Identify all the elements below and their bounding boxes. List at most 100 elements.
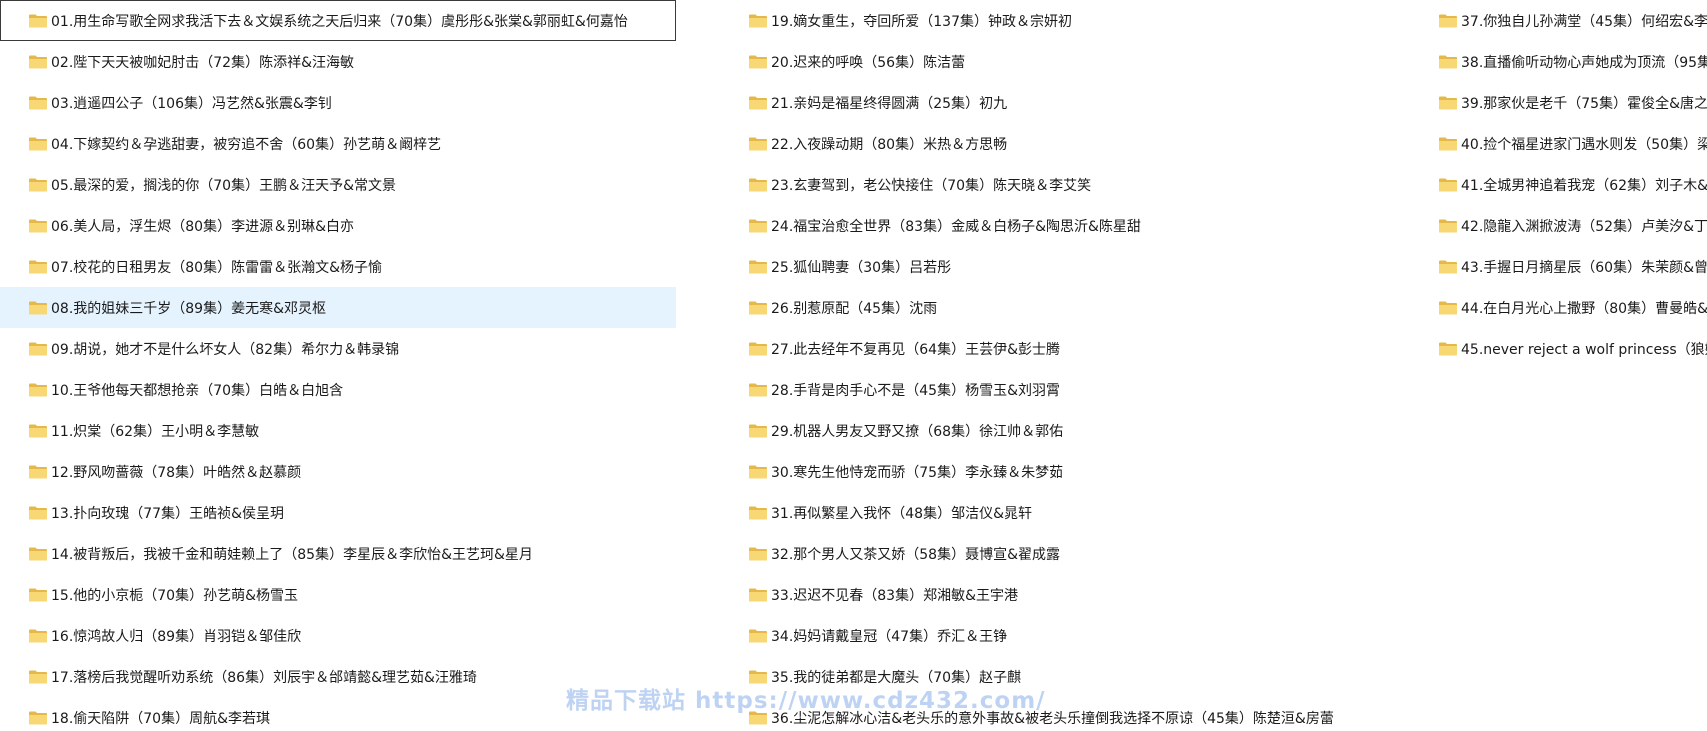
folder-item[interactable]: 22.入夜躁动期（80集）米热＆方思畅 [720,123,1410,164]
folder-icon [1438,218,1458,233]
folder-item[interactable]: 21.亲妈是福星终得圆满（25集）初九 [720,82,1410,123]
folder-item[interactable]: 09.胡说，她才不是什么坏女人（82集）希尔力＆韩录锦 [0,328,676,369]
folder-item[interactable]: 11.炽棠（62集）王小明＆李慧敏 [0,410,676,451]
folder-item[interactable]: 19.嫡女重生，夺回所爱（137集）钟政＆宗妍初 [720,0,1410,41]
folder-item[interactable]: 14.被背叛后，我被千金和萌娃赖上了（85集）李星辰＆李欣怡&王艺珂&星月 [0,533,676,574]
folder-name: 32.那个男人又茶又娇（58集）聂博宣&翟成露 [771,546,1060,563]
folder-name: 25.狐仙聘妻（30集）吕若彤 [771,259,952,276]
folder-name: 35.我的徒弟都是大魔头（70集）赵子麒 [771,669,1022,686]
folder-item[interactable]: 38.直播偷听动物心声她成为顶流（95集 [1410,41,1707,82]
folder-item[interactable]: 16.惊鸿故人归（89集）肖羽铠＆邹佳欣 [0,615,676,656]
folder-item[interactable]: 28.手背是肉手心不是（45集）杨雪玉&刘羽霄 [720,369,1410,410]
folder-icon [28,136,48,151]
folder-name: 23.玄妻驾到，老公快接住（70集）陈天晓＆李艾笑 [771,177,1092,194]
folder-icon [748,177,768,192]
folder-name: 09.胡说，她才不是什么坏女人（82集）希尔力＆韩录锦 [51,341,400,358]
folder-icon [28,710,48,725]
folder-name: 33.迟迟不见春（83集）郑湘敏&王宇港 [771,587,1018,604]
folder-icon [748,300,768,315]
folder-item[interactable]: 39.那家伙是老千（75集）霍俊全&唐之 [1410,82,1707,123]
folder-name: 24.福宝治愈全世界（83集）金威＆白杨子&陶思沂&陈星甜 [771,218,1141,235]
folder-item[interactable]: 06.美人局，浮生烬（80集）李进源＆别琳&白亦 [0,205,676,246]
folder-item[interactable]: 13.扑向玫瑰（77集）王皓祯&侯呈玥 [0,492,676,533]
folder-name: 08.我的姐妹三千岁（89集）姜无寒&邓灵枢 [51,300,326,317]
file-list-view: 01.用生命写歌全网求我活下去＆文娱系统之天后归来（70集）虞彤彤&张棠&郭丽虹… [0,0,1707,731]
folder-name: 44.在白月光心上撒野（80集）曹曼皓& [1461,300,1707,317]
folder-icon [748,546,768,561]
folder-item[interactable]: 12.野风吻蔷薇（78集）叶皓然＆赵慕颜 [0,451,676,492]
folder-name: 31.再似繁星入我怀（48集）邹洁仪&晁轩 [771,505,1032,522]
folder-item[interactable]: 37.你独自儿孙满堂（45集）何绍宏&李 [1410,0,1707,41]
folder-item[interactable]: 34.妈妈请戴皇冠（47集）乔汇＆王铮 [720,615,1410,656]
folder-name: 05.最深的爱，搁浅的你（70集）王鹏＆汪天予&常文景 [51,177,396,194]
folder-item[interactable]: 45.never reject a wolf princess（狼姬 [1410,328,1707,369]
folder-name: 40.捡个福星进家门遇水则发（50集）梁 [1461,136,1707,153]
folder-item[interactable]: 17.落榜后我觉醒听劝系统（86集）刘辰宇＆邰靖懿&理艺茹&汪雅琦 [0,656,676,697]
folder-icon [748,259,768,274]
folder-name: 11.炽棠（62集）王小明＆李慧敏 [51,423,260,440]
folder-icon [28,546,48,561]
folder-name: 14.被背叛后，我被千金和萌娃赖上了（85集）李星辰＆李欣怡&王艺珂&星月 [51,546,533,563]
folder-name: 29.机器人男友又野又撩（68集）徐江帅＆郭佑 [771,423,1064,440]
folder-item[interactable]: 44.在白月光心上撒野（80集）曹曼皓& [1410,287,1707,328]
folder-icon [28,423,48,438]
folder-item[interactable]: 03.逍遥四公子（106集）冯艺然&张震&李钊 [0,82,676,123]
folder-icon [748,669,768,684]
folder-icon [28,464,48,479]
folder-name: 28.手背是肉手心不是（45集）杨雪玉&刘羽霄 [771,382,1060,399]
folder-item[interactable]: 10.王爷他每天都想抢亲（70集）白皓＆白旭含 [0,369,676,410]
folder-name: 01.用生命写歌全网求我活下去＆文娱系统之天后归来（70集）虞彤彤&张棠&郭丽虹… [51,13,628,30]
folder-item[interactable]: 08.我的姐妹三千岁（89集）姜无寒&邓灵枢 [0,287,676,328]
folder-item[interactable]: 02.陛下天天被咖妃肘击（72集）陈添祥&汪海敏 [0,41,676,82]
folder-icon [28,341,48,356]
folder-name: 07.校花的日租男友（80集）陈雷雷＆张瀚文&杨子愉 [51,259,382,276]
folder-item[interactable]: 31.再似繁星入我怀（48集）邹洁仪&晁轩 [720,492,1410,533]
folder-name: 38.直播偷听动物心声她成为顶流（95集 [1461,54,1707,71]
folder-icon [28,669,48,684]
folder-item[interactable]: 30.寒先生他恃宠而骄（75集）李永臻＆朱梦茹 [720,451,1410,492]
folder-icon [748,341,768,356]
folder-item[interactable]: 20.迟来的呼唤（56集）陈洁蕾 [720,41,1410,82]
folder-item[interactable]: 07.校花的日租男友（80集）陈雷雷＆张瀚文&杨子愉 [0,246,676,287]
folder-name: 06.美人局，浮生烬（80集）李进源＆别琳&白亦 [51,218,354,235]
folder-item[interactable]: 24.福宝治愈全世界（83集）金威＆白杨子&陶思沂&陈星甜 [720,205,1410,246]
folder-name: 26.别惹原配（45集）沈雨 [771,300,938,317]
folder-item[interactable]: 18.偷天陷阱（70集）周航&李若琪 [0,697,676,731]
folder-icon [748,13,768,28]
folder-icon [28,628,48,643]
file-column-1: 01.用生命写歌全网求我活下去＆文娱系统之天后归来（70集）虞彤彤&张棠&郭丽虹… [0,0,676,731]
folder-item[interactable]: 26.别惹原配（45集）沈雨 [720,287,1410,328]
folder-name: 15.他的小京栀（70集）孙艺萌&杨雪玉 [51,587,298,604]
folder-item[interactable]: 41.全城男神追着我宠（62集）刘子木& [1410,164,1707,205]
folder-item[interactable]: 33.迟迟不见春（83集）郑湘敏&王宇港 [720,574,1410,615]
folder-item[interactable]: 05.最深的爱，搁浅的你（70集）王鹏＆汪天予&常文景 [0,164,676,205]
folder-icon [748,464,768,479]
folder-icon [1438,54,1458,69]
folder-item[interactable]: 35.我的徒弟都是大魔头（70集）赵子麒 [720,656,1410,697]
folder-name: 02.陛下天天被咖妃肘击（72集）陈添祥&汪海敏 [51,54,354,71]
folder-name: 16.惊鸿故人归（89集）肖羽铠＆邹佳欣 [51,628,302,645]
folder-name: 12.野风吻蔷薇（78集）叶皓然＆赵慕颜 [51,464,302,481]
folder-item[interactable]: 15.他的小京栀（70集）孙艺萌&杨雪玉 [0,574,676,615]
folder-icon [28,259,48,274]
folder-icon [748,95,768,110]
folder-item[interactable]: 43.手握日月摘星辰（60集）朱茉颜&曾 [1410,246,1707,287]
folder-item[interactable]: 29.机器人男友又野又撩（68集）徐江帅＆郭佑 [720,410,1410,451]
folder-item[interactable]: 32.那个男人又茶又娇（58集）聂博宣&翟成露 [720,533,1410,574]
folder-item[interactable]: 04.下嫁契约＆孕逃甜妻，被穷追不舍（60集）孙艺萌＆阚梓艺 [0,123,676,164]
folder-item[interactable]: 42.隐龍入渊掀波涛（52集）卢美汐&丁 [1410,205,1707,246]
folder-icon [28,177,48,192]
folder-item[interactable]: 27.此去经年不复再见（64集）王芸伊&彭士腾 [720,328,1410,369]
folder-item[interactable]: 23.玄妻驾到，老公快接住（70集）陈天晓＆李艾笑 [720,164,1410,205]
folder-name: 21.亲妈是福星终得圆满（25集）初九 [771,95,1008,112]
folder-name: 27.此去经年不复再见（64集）王芸伊&彭士腾 [771,341,1060,358]
folder-name: 20.迟来的呼唤（56集）陈洁蕾 [771,54,966,71]
folder-icon [748,423,768,438]
folder-item[interactable]: 40.捡个福星进家门遇水则发（50集）梁 [1410,123,1707,164]
folder-item[interactable]: 25.狐仙聘妻（30集）吕若彤 [720,246,1410,287]
folder-icon [28,54,48,69]
folder-icon [28,95,48,110]
folder-icon [28,300,48,315]
folder-item[interactable]: 36.尘泥怎解冰心洁&老头乐的意外事故&被老头乐撞倒我选择不原谅（45集）陈楚洹… [720,697,1410,731]
folder-item[interactable]: 01.用生命写歌全网求我活下去＆文娱系统之天后归来（70集）虞彤彤&张棠&郭丽虹… [0,0,676,41]
